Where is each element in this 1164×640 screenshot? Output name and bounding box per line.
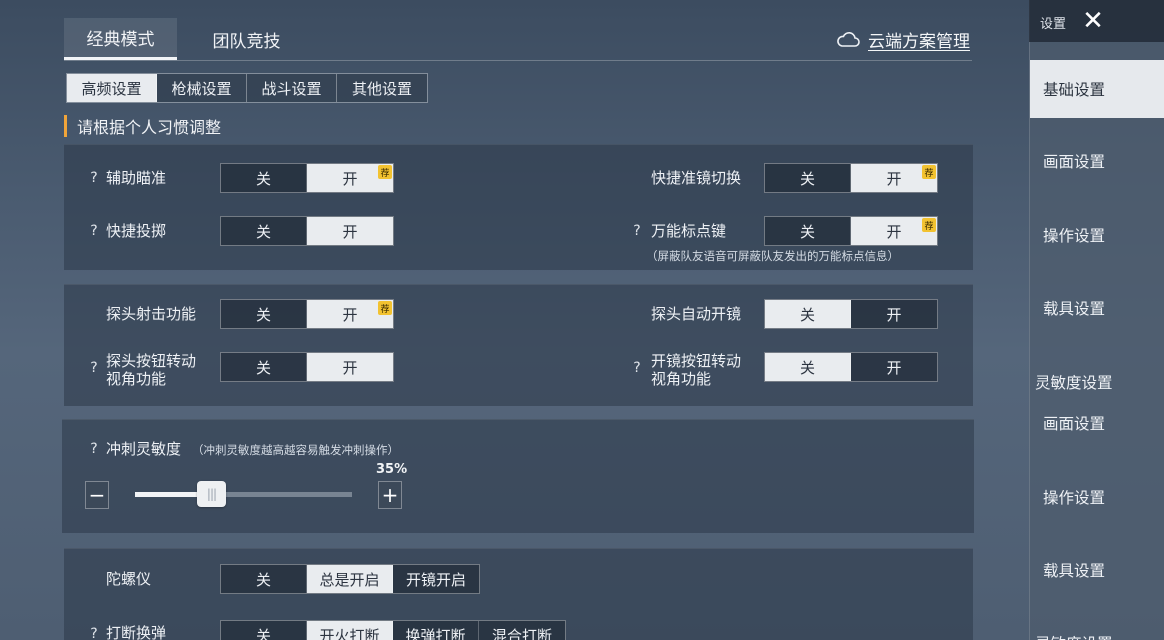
gyroscope-scope-on[interactable]: 开镜开启 <box>393 565 479 593</box>
sprint-sensitivity-note: （冲刺灵敏度越高越容易触发冲刺操作） <box>192 443 399 457</box>
peek-button-rotate-line1: 探头按钮转动 <box>106 352 197 370</box>
quick-scope-label: 快捷准镜切换 <box>651 169 742 187</box>
scope-button-rotate-label: 开镜按钮转动 视角功能 <box>651 352 741 388</box>
subtab-combat[interactable]: 战斗设置 <box>247 74 337 102</box>
reload-interrupt-label: 打断换弹 <box>106 624 167 640</box>
peek-auto-scope-toggle: 关 开 <box>764 299 938 329</box>
peek-auto-scope-label: 探头自动开镜 <box>651 305 742 323</box>
close-icon[interactable]: ✕ <box>1076 4 1110 38</box>
aim-assist-off[interactable]: 关 <box>221 164 307 192</box>
reload-interrupt-mixed[interactable]: 混合打断 <box>479 621 565 640</box>
sidebar-item-display[interactable]: 画面设置 <box>1030 405 1164 441</box>
quick-scope-on[interactable]: 开荐 <box>851 164 937 192</box>
peek-button-rotate-off[interactable]: 关 <box>221 353 307 381</box>
quick-throw-label: 快捷投掷 <box>106 222 167 240</box>
gyroscope-off[interactable]: 关 <box>221 565 307 593</box>
gyroscope-selector: 关 总是开启 开镜开启 <box>220 564 480 594</box>
peek-fire-label: 探头射击功能 <box>106 305 197 323</box>
peek-fire-on[interactable]: 开荐 <box>307 300 393 328</box>
peek-button-rotate-label: 探头按钮转动 视角功能 <box>106 352 196 388</box>
sidebar-item-controls[interactable]: 操作设置 <box>1030 479 1164 515</box>
help-icon[interactable]: ? <box>86 626 102 640</box>
reload-interrupt-selector: 关 开火打断 换弹打断 混合打断 <box>220 620 566 640</box>
cloud-icon <box>837 32 860 47</box>
recommend-badge: 荐 <box>922 218 936 232</box>
scope-button-rotate-on[interactable]: 开 <box>851 353 937 381</box>
scope-button-rotate-line2: 视角功能 <box>651 370 712 388</box>
scope-button-rotate-line1: 开镜按钮转动 <box>651 352 742 370</box>
sidebar-item-controls[interactable]: 操作设置 <box>1030 217 1164 253</box>
universal-mark-off[interactable]: 关 <box>765 217 851 245</box>
universal-mark-toggle: 关 开荐 <box>764 216 938 246</box>
universal-mark-on[interactable]: 开荐 <box>851 217 937 245</box>
tab-classic-mode[interactable]: 经典模式 <box>64 18 177 60</box>
aim-assist-toggle: 关 开荐 <box>220 163 394 193</box>
quick-scope-off[interactable]: 关 <box>765 164 851 192</box>
quick-throw-on[interactable]: 开 <box>307 217 393 245</box>
aim-assist-on-label: 开 <box>342 169 358 188</box>
peek-fire-toggle: 关 开荐 <box>220 299 394 329</box>
aim-assist-label: 辅助瞄准 <box>106 169 167 187</box>
cloud-plan-label: 云端方案管理 <box>868 31 970 52</box>
gyroscope-label: 陀螺仪 <box>106 570 152 588</box>
scope-button-rotate-off[interactable]: 关 <box>765 353 851 381</box>
quick-scope-toggle: 关 开荐 <box>764 163 938 193</box>
help-icon[interactable]: ? <box>629 360 645 376</box>
peek-button-rotate-toggle: 关 开 <box>220 352 394 382</box>
universal-mark-label: 万能标点键 <box>651 222 727 240</box>
help-icon[interactable]: ? <box>86 170 102 186</box>
recommend-badge: 荐 <box>378 301 392 315</box>
subtab-high-frequency[interactable]: 高频设置 <box>67 74 157 102</box>
minus-button[interactable]: − <box>85 481 109 509</box>
section-title: 请根据个人习惯调整 <box>64 115 221 137</box>
peek-fire-off[interactable]: 关 <box>221 300 307 328</box>
universal-mark-note: （屏蔽队友语音可屏蔽队友发出的万能标点信息） <box>646 249 899 263</box>
quick-throw-toggle: 关 开 <box>220 216 394 246</box>
cloud-plan-link[interactable]: 云端方案管理 <box>836 26 970 52</box>
help-icon[interactable]: ? <box>86 223 102 239</box>
sidebar-item-sensitivity[interactable]: 灵敏度设置 <box>1030 364 1164 400</box>
panel-sprint <box>62 419 974 533</box>
quick-throw-off[interactable]: 关 <box>221 217 307 245</box>
peek-auto-scope-on[interactable]: 开 <box>851 300 937 328</box>
gyroscope-always-on[interactable]: 总是开启 <box>307 565 393 593</box>
peek-button-rotate-on[interactable]: 开 <box>307 353 393 381</box>
recommend-badge: 荐 <box>922 165 936 179</box>
sprint-sensitivity-label: 冲刺灵敏度 <box>106 440 182 458</box>
help-icon[interactable]: ? <box>86 441 102 457</box>
help-icon[interactable]: ? <box>86 360 102 376</box>
recommend-badge: 荐 <box>378 165 392 179</box>
tab-divider <box>64 60 972 61</box>
peek-button-rotate-line2: 视角功能 <box>106 370 167 388</box>
quick-scope-on-label: 开 <box>886 169 902 188</box>
universal-mark-on-label: 开 <box>886 222 902 241</box>
peek-fire-on-label: 开 <box>342 305 358 324</box>
peek-auto-scope-off[interactable]: 关 <box>765 300 851 328</box>
plus-button[interactable]: + <box>378 481 402 509</box>
sidebar-item-basic[interactable]: 基础设置 <box>1030 60 1164 118</box>
sprint-sensitivity-value: 35% <box>376 462 408 477</box>
sidebar-item-sensitivity[interactable]: 灵敏度设置 <box>1030 625 1164 640</box>
subtab-other[interactable]: 其他设置 <box>337 74 427 102</box>
sidebar-item-vehicle[interactable]: 载具设置 <box>1030 290 1164 326</box>
subtab-weapons[interactable]: 枪械设置 <box>157 74 247 102</box>
aim-assist-on[interactable]: 开荐 <box>307 164 393 192</box>
help-icon[interactable]: ? <box>629 223 645 239</box>
tab-team-deathmatch[interactable]: 团队竞技 <box>190 18 303 60</box>
sidebar-item-display[interactable]: 画面设置 <box>1030 143 1164 179</box>
reload-interrupt-fire[interactable]: 开火打断 <box>307 621 393 640</box>
settings-subtabs: 高频设置 枪械设置 战斗设置 其他设置 <box>66 73 428 103</box>
slider-thumb[interactable]: ||| <box>197 481 226 507</box>
sidebar-title: 设置 <box>1040 17 1067 32</box>
scope-button-rotate-toggle: 关 开 <box>764 352 938 382</box>
reload-interrupt-reload[interactable]: 换弹打断 <box>393 621 479 640</box>
sidebar-item-vehicle[interactable]: 载具设置 <box>1030 552 1164 588</box>
reload-interrupt-off[interactable]: 关 <box>221 621 307 640</box>
